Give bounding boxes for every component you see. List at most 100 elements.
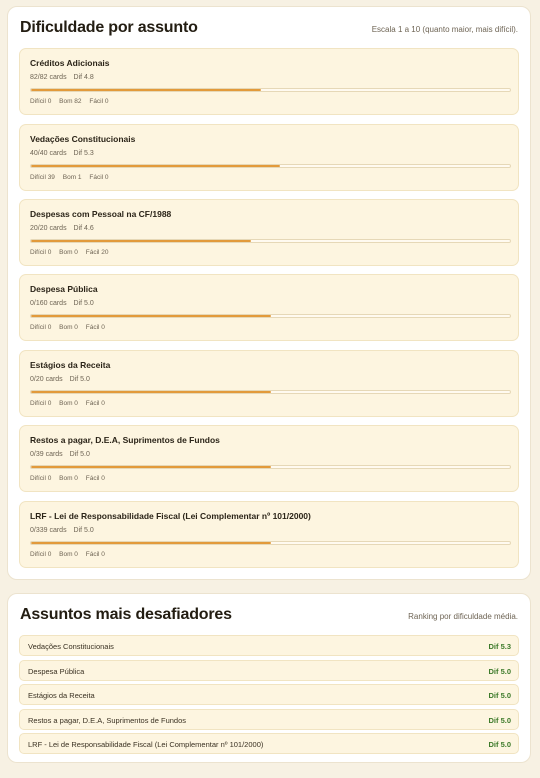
challenging-card-header: Assuntos mais desafiadores Ranking por d… <box>20 606 518 628</box>
difficulty-by-subject-card: Dificuldade por assunto Escala 1 a 10 (q… <box>7 6 531 580</box>
subject-meta: 0/160 cards Dif 5.0 <box>30 300 94 307</box>
count-dificil: Difícil 0 <box>30 98 52 105</box>
subject-difficulty: Dif 5.0 <box>73 300 94 307</box>
subject-item[interactable]: Restos a pagar, D.E.A, Suprimentos de Fu… <box>19 425 519 492</box>
subject-rating-counts: Difícil 0 Bom 0 Fácil 0 <box>30 400 105 407</box>
ranking-item[interactable]: Restos a pagar, D.E.A, Suprimentos de Fu… <box>19 709 519 730</box>
count-bom: Bom 82 <box>59 98 82 105</box>
subject-item[interactable]: LRF - Lei de Responsabilidade Fiscal (Le… <box>19 501 519 568</box>
subject-rating-counts: Difícil 39 Bom 1 Fácil 0 <box>30 174 109 181</box>
ranking-item[interactable]: LRF - Lei de Responsabilidade Fiscal (Le… <box>19 733 519 754</box>
count-facil: Fácil 0 <box>85 324 105 331</box>
subject-cards-count: 0/20 cards <box>30 376 63 383</box>
ranking-subject-name: Vedações Constitucionais <box>28 642 114 651</box>
subject-progress-fill <box>31 542 271 544</box>
ranking-subject-name: LRF - Lei de Responsabilidade Fiscal (Le… <box>28 740 264 749</box>
subject-name: Estágios da Receita <box>30 360 111 370</box>
challenging-subjects-card: Assuntos mais desafiadores Ranking por d… <box>7 593 531 763</box>
subject-item[interactable]: Despesas com Pessoal na CF/1988 20/20 ca… <box>19 199 519 266</box>
subject-difficulty: Dif 4.6 <box>73 225 94 232</box>
difficulty-card-title: Dificuldade por assunto <box>20 19 198 36</box>
count-facil: Fácil 0 <box>85 551 105 558</box>
subject-meta: 82/82 cards Dif 4.8 <box>30 74 94 81</box>
subject-name: Vedações Constitucionais <box>30 134 136 144</box>
subject-rating-counts: Difícil 0 Bom 0 Fácil 20 <box>30 249 109 256</box>
subject-name: Despesas com Pessoal na CF/1988 <box>30 209 172 219</box>
subject-progress-fill <box>31 240 252 242</box>
subject-name: Restos a pagar, D.E.A, Suprimentos de Fu… <box>30 435 220 445</box>
subject-item[interactable]: Despesa Pública 0/160 cards Dif 5.0 Difí… <box>19 274 519 341</box>
subject-progress-bar <box>30 465 511 469</box>
subject-progress-fill <box>31 89 261 91</box>
count-bom: Bom 0 <box>59 400 78 407</box>
subject-difficulty: Dif 5.0 <box>69 376 90 383</box>
subject-item[interactable]: Créditos Adicionais 82/82 cards Dif 4.8 … <box>19 48 519 115</box>
subject-progress-fill <box>31 391 271 393</box>
subject-cards-count: 0/39 cards <box>30 451 63 458</box>
ranking-subject-name: Despesa Pública <box>28 667 85 676</box>
subject-difficulty: Dif 5.0 <box>73 527 94 534</box>
subject-meta: 20/20 cards Dif 4.6 <box>30 225 94 232</box>
count-bom: Bom 0 <box>59 551 78 558</box>
count-dificil: Difícil 0 <box>30 551 52 558</box>
subject-difficulty: Dif 5.0 <box>69 451 90 458</box>
subject-cards-count: 20/20 cards <box>30 225 67 232</box>
subject-item[interactable]: Vedações Constitucionais 40/40 cards Dif… <box>19 124 519 191</box>
difficulty-card-header: Dificuldade por assunto Escala 1 a 10 (q… <box>20 19 518 41</box>
subject-progress-fill <box>31 466 271 468</box>
subject-name: Despesa Pública <box>30 284 98 294</box>
subject-name: Créditos Adicionais <box>30 58 110 68</box>
subject-progress-bar <box>30 390 511 394</box>
count-bom: Bom 1 <box>62 174 82 181</box>
challenging-card-title: Assuntos mais desafiadores <box>20 606 232 623</box>
subject-progress-fill <box>31 165 281 167</box>
subject-item[interactable]: Estágios da Receita 0/20 cards Dif 5.0 D… <box>19 350 519 417</box>
subject-progress-bar <box>30 239 511 243</box>
ranking-item[interactable]: Despesa Pública Dif 5.0 <box>19 660 519 681</box>
count-dificil: Difícil 39 <box>30 174 55 181</box>
count-facil: Fácil 0 <box>89 98 109 105</box>
count-facil: Fácil 0 <box>85 400 105 407</box>
ranking-difficulty-score: Dif 5.0 <box>488 667 511 676</box>
subject-progress-bar <box>30 314 511 318</box>
subject-difficulty: Dif 5.3 <box>73 150 94 157</box>
subject-rating-counts: Difícil 0 Bom 0 Fácil 0 <box>30 475 105 482</box>
ranking-subject-name: Restos a pagar, D.E.A, Suprimentos de Fu… <box>28 716 187 725</box>
subject-rating-counts: Difícil 0 Bom 0 Fácil 0 <box>30 551 105 558</box>
count-bom: Bom 0 <box>59 324 78 331</box>
subject-progress-bar <box>30 541 511 545</box>
count-facil: Fácil 0 <box>85 475 105 482</box>
ranking-item[interactable]: Estágios da Receita Dif 5.0 <box>19 684 519 705</box>
subject-meta: 40/40 cards Dif 5.3 <box>30 150 94 157</box>
ranking-difficulty-score: Dif 5.0 <box>488 716 511 725</box>
subject-progress-fill <box>31 315 271 317</box>
subject-name: LRF - Lei de Responsabilidade Fiscal (Le… <box>30 511 311 521</box>
subject-progress-bar <box>30 164 511 168</box>
subject-meta: 0/39 cards Dif 5.0 <box>30 451 90 458</box>
ranking-difficulty-score: Dif 5.3 <box>488 642 511 651</box>
ranking-difficulty-score: Dif 5.0 <box>488 740 511 749</box>
subject-cards-count: 0/160 cards <box>30 300 67 307</box>
subject-rating-counts: Difícil 0 Bom 0 Fácil 0 <box>30 324 105 331</box>
subject-progress-bar <box>30 88 511 92</box>
count-bom: Bom 0 <box>59 249 78 256</box>
difficulty-card-subtitle: Escala 1 a 10 (quanto maior, mais difíci… <box>371 25 518 34</box>
ranking-item[interactable]: Vedações Constitucionais Dif 5.3 <box>19 635 519 656</box>
ranking-difficulty-score: Dif 5.0 <box>488 691 511 700</box>
ranking-subject-name: Estágios da Receita <box>28 691 95 700</box>
count-dificil: Difícil 0 <box>30 400 52 407</box>
subject-cards-count: 0/339 cards <box>30 527 67 534</box>
count-dificil: Difícil 0 <box>30 475 52 482</box>
subject-cards-count: 40/40 cards <box>30 150 67 157</box>
count-dificil: Difícil 0 <box>30 324 52 331</box>
subject-cards-count: 82/82 cards <box>30 74 67 81</box>
count-dificil: Difícil 0 <box>30 249 52 256</box>
subject-meta: 0/20 cards Dif 5.0 <box>30 376 90 383</box>
subject-difficulty: Dif 4.8 <box>73 74 94 81</box>
challenging-card-subtitle: Ranking por dificuldade média. <box>408 612 518 621</box>
subject-meta: 0/339 cards Dif 5.0 <box>30 527 94 534</box>
subject-rating-counts: Difícil 0 Bom 82 Fácil 0 <box>30 98 109 105</box>
count-bom: Bom 0 <box>59 475 78 482</box>
count-facil: Fácil 0 <box>89 174 109 181</box>
count-facil: Fácil 20 <box>85 249 109 256</box>
